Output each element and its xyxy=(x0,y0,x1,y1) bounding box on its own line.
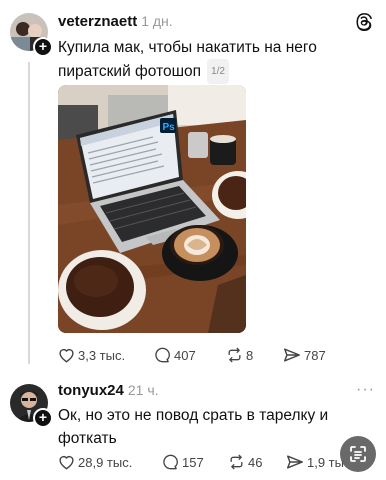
share-count: 1,9 ты xyxy=(307,454,344,470)
send-icon xyxy=(283,348,300,362)
repost-icon xyxy=(230,454,243,470)
share-button[interactable]: 1,9 ты xyxy=(286,454,344,470)
follow-plus-icon[interactable]: + xyxy=(33,408,53,428)
comment-icon xyxy=(163,454,178,470)
post-text: Купила мак, чтобы накатить на него пират… xyxy=(58,36,368,84)
reply-text: Ок, но это не повод срать в тарелку и фо… xyxy=(58,404,368,450)
comment-count: 407 xyxy=(174,347,196,363)
repost-button[interactable]: 8 xyxy=(226,347,283,363)
scan-text-button[interactable] xyxy=(340,436,376,472)
heart-icon xyxy=(59,455,74,470)
threads-logo-icon[interactable] xyxy=(356,13,374,38)
post-text-line: пиратский фотошоп xyxy=(58,63,202,80)
heart-icon xyxy=(59,348,74,363)
comment-icon xyxy=(155,347,170,363)
reply-text-line: фоткать xyxy=(58,430,117,447)
scan-text-icon xyxy=(350,446,366,462)
like-button[interactable]: 28,9 тыс. xyxy=(58,454,162,470)
repost-count: 8 xyxy=(246,347,254,363)
follow-plus-icon[interactable]: + xyxy=(33,37,53,57)
send-icon xyxy=(286,455,303,469)
reply-actions: 28,9 тыс. 157 46 1,9 ты xyxy=(58,454,344,470)
reply-time: 21 ч. xyxy=(127,382,159,398)
repost-count: 46 xyxy=(248,454,263,470)
reply-username[interactable]: tonyux24 xyxy=(58,382,124,399)
comment-button[interactable]: 407 xyxy=(154,347,226,363)
comment-button[interactable]: 157 xyxy=(162,454,228,470)
share-button[interactable]: 787 xyxy=(283,347,326,363)
like-count: 3,3 тыс. xyxy=(78,347,126,363)
comment-count: 157 xyxy=(182,454,204,470)
post-actions: 3,3 тыс. 407 8 787 xyxy=(58,347,326,363)
photoshop-icon: Ps xyxy=(163,122,176,133)
post-image[interactable]: Ps xyxy=(58,85,246,333)
post-time: 1 дн. xyxy=(141,13,173,29)
repost-icon xyxy=(228,347,241,363)
more-icon[interactable]: ··· xyxy=(356,381,375,399)
post-header: veterznaett 1 дн. xyxy=(58,13,173,30)
like-button[interactable]: 3,3 тыс. xyxy=(58,347,154,363)
reply-header: tonyux24 21 ч. xyxy=(58,382,159,399)
like-count: 28,9 тыс. xyxy=(78,454,133,470)
post-text-line: Купила мак, чтобы накатить на него xyxy=(58,39,317,56)
image-counter: 1/2 xyxy=(207,59,229,84)
post-username[interactable]: veterznaett xyxy=(58,13,137,30)
repost-button[interactable]: 46 xyxy=(228,454,286,470)
thread-line xyxy=(28,62,30,364)
reply-text-line: Ок, но это не повод срать в тарелку и xyxy=(58,407,329,424)
share-count: 787 xyxy=(304,347,326,363)
